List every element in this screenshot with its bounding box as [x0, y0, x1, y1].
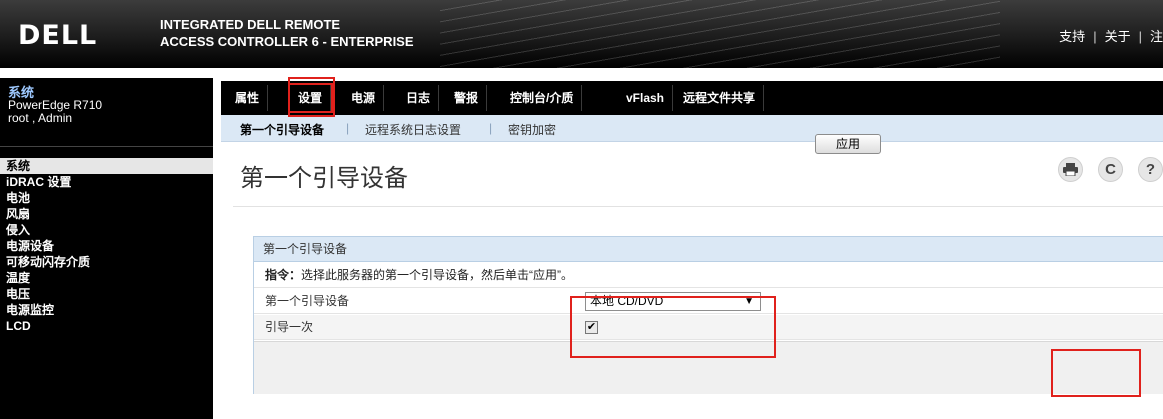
system-user: root , Admin: [8, 111, 73, 125]
first-boot-device-label: 第一个引导设备: [265, 294, 350, 308]
top-links: 支持 | 关于 | 注: [1059, 26, 1163, 45]
sidebar-item-system[interactable]: 系统: [0, 158, 213, 174]
instruction-row: 指令：选择此服务器的第一个引导设备，然后单击“应用”。: [254, 263, 1163, 288]
sidebar-divider: [0, 146, 213, 147]
product-title-line2: ACCESS CONTROLLER 6 - ENTERPRISE: [160, 34, 414, 49]
tab-logs[interactable]: 日志: [398, 85, 440, 111]
subtab-separator: |: [346, 121, 350, 135]
product-title-line1: INTEGRATED DELL REMOTE: [160, 17, 341, 32]
tab-power[interactable]: 电源: [343, 85, 385, 111]
boot-once-label: 引导一次: [265, 320, 314, 334]
subtab-separator: |: [489, 121, 493, 135]
print-icon-glyph: [1063, 163, 1078, 177]
subtab-first-boot-device[interactable]: 第一个引导设备: [240, 121, 324, 138]
sidebar-item-power-monitoring[interactable]: 电源监控: [0, 302, 213, 318]
sidebar-item-fans[interactable]: 风扇: [0, 206, 213, 222]
sidebar-item-voltages[interactable]: 电压: [0, 286, 213, 302]
tab-remote-file-share[interactable]: 远程文件共享: [675, 85, 765, 111]
sidebar-item-idrac-settings[interactable]: iDRAC 设置: [0, 174, 213, 190]
header-decoration: [440, 0, 1000, 68]
highlight-box-apply: [1051, 349, 1141, 397]
tab-alerts[interactable]: 警报: [446, 85, 488, 111]
header-banner: DELL INTEGRATED DELL REMOTE ACCESS CONTR…: [0, 0, 1163, 68]
apply-button[interactable]: 应用: [815, 134, 881, 154]
tab-console-media[interactable]: 控制台/介质: [502, 85, 583, 111]
instruction-label: 指令：: [265, 268, 302, 282]
sidebar-item-intrusion[interactable]: 侵入: [0, 222, 213, 238]
tab-properties[interactable]: 属性: [227, 85, 269, 111]
system-summary: 系统 PowerEdge R710 root , Admin: [8, 86, 102, 125]
sidebar-item-temperatures[interactable]: 温度: [0, 270, 213, 286]
main-tabs: 属性 设置 电源 日志 警报 控制台/介质 vFlash 远程文件共享: [221, 81, 1163, 115]
tab-vflash[interactable]: vFlash: [618, 85, 674, 111]
sidebar-nav: 系统 iDRAC 设置 电池 风扇 侵入 电源设备 可移动闪存介质 温度 电压 …: [0, 158, 213, 334]
print-icon[interactable]: [1058, 157, 1083, 182]
refresh-icon[interactable]: C: [1098, 157, 1123, 182]
subtab-key-encryption[interactable]: 密钥加密: [508, 121, 556, 138]
sidebar-item-power-supplies[interactable]: 电源设备: [0, 238, 213, 254]
title-divider: [233, 206, 1163, 207]
subtab-remote-syslog[interactable]: 远程系统日志设置: [365, 121, 461, 138]
sidebar-item-batteries[interactable]: 电池: [0, 190, 213, 206]
help-icon[interactable]: ?: [1138, 157, 1163, 182]
product-title: INTEGRATED DELL REMOTE ACCESS CONTROLLER…: [160, 16, 414, 50]
logout-link[interactable]: 注: [1150, 26, 1163, 45]
sidebar-item-removable-flash[interactable]: 可移动闪存介质: [0, 254, 213, 270]
sidebar: 系统 PowerEdge R710 root , Admin 系统 iDRAC …: [0, 78, 213, 419]
sub-tabs: 第一个引导设备 | 远程系统日志设置 | 密钥加密: [221, 115, 1163, 142]
about-link[interactable]: 关于: [1105, 26, 1131, 45]
dell-logo: DELL: [18, 20, 98, 51]
support-link[interactable]: 支持: [1059, 26, 1085, 45]
highlight-box-setup-tab: [288, 77, 335, 117]
link-separator: |: [1093, 29, 1097, 44]
page-title: 第一个引导设备: [240, 165, 408, 192]
panel-header: 第一个引导设备: [254, 237, 1163, 262]
highlight-box-boot-settings: [570, 296, 776, 358]
sidebar-item-lcd[interactable]: LCD: [0, 318, 213, 334]
instruction-text: 选择此服务器的第一个引导设备，然后单击“应用”。: [301, 268, 574, 282]
link-separator: |: [1138, 29, 1142, 44]
